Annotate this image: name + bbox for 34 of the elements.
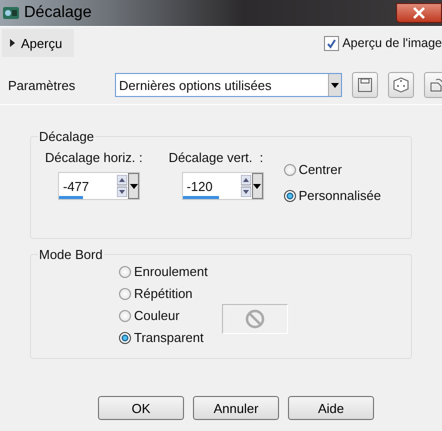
dropdown-arrow-icon[interactable] — [331, 82, 339, 88]
radio-option[interactable]: Répétition — [119, 286, 208, 301]
presets-label: Paramètres — [8, 78, 76, 92]
checkmark-icon[interactable] — [326, 38, 338, 48]
spin-arrows-icon[interactable] — [117, 175, 127, 197]
group-title: Décalage — [38, 129, 95, 144]
color-swatch[interactable] — [222, 304, 288, 334]
number-field[interactable]: -477 — [58, 172, 140, 200]
close-icon[interactable] — [412, 7, 426, 19]
dice-icon[interactable] — [388, 72, 414, 98]
dropdown-arrow-icon[interactable] — [130, 184, 138, 188]
preview-toggle[interactable]: Aperçu — [2, 29, 74, 57]
radio-option[interactable]: Enroulement — [119, 264, 208, 279]
image-preview-checkbox[interactable]: Aperçu de l'image — [324, 36, 442, 50]
field-label: Décalage horiz. : — [45, 150, 143, 165]
dropdown-arrow-icon[interactable] — [253, 184, 262, 188]
save-icon[interactable] — [352, 72, 378, 98]
radio-option[interactable]: Personnalisée — [284, 188, 381, 203]
radio-option[interactable]: Couleur — [119, 308, 208, 323]
close-button[interactable] — [396, 3, 442, 23]
dialog-button[interactable]: Aide — [288, 396, 374, 420]
number-field[interactable]: -120 — [182, 172, 264, 200]
dialog-button[interactable]: Annuler — [193, 396, 279, 420]
reset-icon[interactable] — [424, 72, 442, 98]
spin-arrows-icon[interactable] — [240, 175, 251, 197]
radio-option[interactable]: Transparent — [119, 330, 208, 345]
group-title: Mode Bord — [38, 247, 104, 262]
field-label: Décalage vert. : — [168, 150, 264, 165]
presets-dropdown[interactable]: Dernières options utilisées — [115, 73, 342, 97]
window-title: Décalage — [24, 4, 92, 22]
no-symbol-icon — [244, 309, 265, 329]
app-icon — [2, 5, 20, 21]
radio-option[interactable]: Centrer — [284, 162, 381, 177]
dialog-button[interactable]: OK — [98, 396, 184, 420]
